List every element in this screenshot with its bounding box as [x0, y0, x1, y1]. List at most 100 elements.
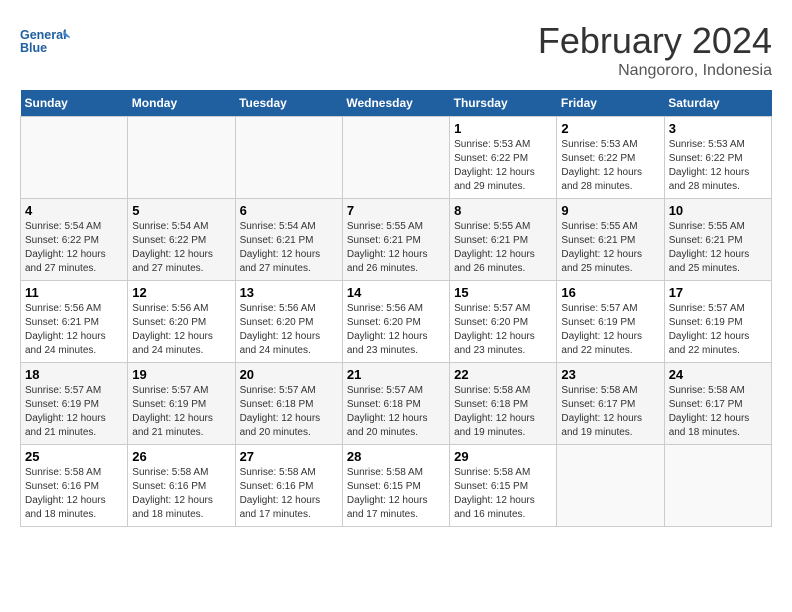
day-number: 21: [347, 367, 445, 382]
day-number: 12: [132, 285, 230, 300]
day-info: Sunrise: 5:54 AM Sunset: 6:22 PM Dayligh…: [132, 220, 230, 276]
weekday-header-wednesday: Wednesday: [342, 90, 449, 117]
calendar-cell: 5Sunrise: 5:54 AM Sunset: 6:22 PM Daylig…: [128, 199, 235, 281]
day-number: 20: [240, 367, 338, 382]
calendar-cell: 27 Sunrise: 5:58 AM Sunset: 6:16 PM Dayli…: [235, 445, 342, 527]
day-number: 11: [25, 285, 123, 300]
calendar-cell: 13 Sunrise: 5:56 AM Sunset: 6:20 PM Dayli…: [235, 281, 342, 363]
day-number: 6: [240, 203, 338, 218]
calendar-cell: 17 Sunrise: 5:57 AM Sunset: 6:19 PM Dayli…: [664, 281, 771, 363]
day-number: 15: [454, 285, 552, 300]
calendar-cell: 7 Sunrise: 5:55 AM Sunset: 6:21 PM Daylig…: [342, 199, 449, 281]
calendar-cell: 3Sunrise: 5:53 AM Sunset: 6:22 PM Daylig…: [664, 117, 771, 199]
day-info: Sunrise: 5:57 AM Sunset: 6:19 PM Dayligh…: [561, 302, 659, 358]
svg-text:Blue: Blue: [20, 41, 47, 55]
day-info: Sunrise: 5:56 AM Sunset: 6:20 PM Dayligh…: [347, 302, 445, 358]
day-info: Sunrise: 5:55 AM Sunset: 6:21 PM Dayligh…: [669, 220, 767, 276]
calendar-cell: 8 Sunrise: 5:55 AM Sunset: 6:21 PM Daylig…: [450, 199, 557, 281]
calendar-table: SundayMondayTuesdayWednesdayThursdayFrid…: [20, 90, 772, 527]
day-number: 2: [561, 121, 659, 136]
calendar-cell: 6 Sunrise: 5:54 AM Sunset: 6:21 PM Daylig…: [235, 199, 342, 281]
day-number: 10: [669, 203, 767, 218]
day-number: 27: [240, 449, 338, 464]
calendar-cell: [21, 117, 128, 199]
calendar-cell: 28 Sunrise: 5:58 AM Sunset: 6:15 PM Dayli…: [342, 445, 449, 527]
weekday-header-thursday: Thursday: [450, 90, 557, 117]
day-info: Sunrise: 5:55 AM Sunset: 6:21 PM Dayligh…: [561, 220, 659, 276]
calendar-cell: 23 Sunrise: 5:58 AM Sunset: 6:17 PM Dayli…: [557, 363, 664, 445]
calendar-cell: 26 Sunrise: 5:58 AM Sunset: 6:16 PM Dayli…: [128, 445, 235, 527]
day-info: Sunrise: 5:58 AM Sunset: 6:18 PM Dayligh…: [454, 384, 552, 440]
day-number: 26: [132, 449, 230, 464]
day-info: Sunrise: 5:57 AM Sunset: 6:19 PM Dayligh…: [132, 384, 230, 440]
calendar-cell: 11Sunrise: 5:56 AM Sunset: 6:21 PM Dayli…: [21, 281, 128, 363]
day-number: 4: [25, 203, 123, 218]
calendar-cell: 22 Sunrise: 5:58 AM Sunset: 6:18 PM Dayli…: [450, 363, 557, 445]
day-info: Sunrise: 5:58 AM Sunset: 6:17 PM Dayligh…: [561, 384, 659, 440]
day-info: Sunrise: 5:54 AM Sunset: 6:21 PM Dayligh…: [240, 220, 338, 276]
calendar-cell: [235, 117, 342, 199]
day-number: 22: [454, 367, 552, 382]
calendar-cell: 29 Sunrise: 5:58 AM Sunset: 6:15 PM Dayli…: [450, 445, 557, 527]
day-info: Sunrise: 5:57 AM Sunset: 6:20 PM Dayligh…: [454, 302, 552, 358]
day-number: 1: [454, 121, 552, 136]
page-header: General Blue February 2024 Nangororo, In…: [20, 20, 772, 80]
calendar-cell: 9 Sunrise: 5:55 AM Sunset: 6:21 PM Daylig…: [557, 199, 664, 281]
day-info: Sunrise: 5:57 AM Sunset: 6:19 PM Dayligh…: [669, 302, 767, 358]
day-info: Sunrise: 5:53 AM Sunset: 6:22 PM Dayligh…: [454, 138, 552, 194]
logo: General Blue: [20, 20, 70, 65]
day-info: Sunrise: 5:53 AM Sunset: 6:22 PM Dayligh…: [561, 138, 659, 194]
weekday-header-tuesday: Tuesday: [235, 90, 342, 117]
day-number: 7: [347, 203, 445, 218]
calendar-cell: 25 Sunrise: 5:58 AM Sunset: 6:16 PM Dayli…: [21, 445, 128, 527]
day-info: Sunrise: 5:55 AM Sunset: 6:21 PM Dayligh…: [454, 220, 552, 276]
day-number: 28: [347, 449, 445, 464]
day-info: Sunrise: 5:54 AM Sunset: 6:22 PM Dayligh…: [25, 220, 123, 276]
day-info: Sunrise: 5:57 AM Sunset: 6:18 PM Dayligh…: [240, 384, 338, 440]
day-number: 19: [132, 367, 230, 382]
day-info: Sunrise: 5:56 AM Sunset: 6:20 PM Dayligh…: [240, 302, 338, 358]
calendar-cell: [664, 445, 771, 527]
day-number: 23: [561, 367, 659, 382]
calendar-cell: 1 Sunrise: 5:53 AM Sunset: 6:22 PM Daylig…: [450, 117, 557, 199]
day-info: Sunrise: 5:58 AM Sunset: 6:15 PM Dayligh…: [347, 466, 445, 522]
day-info: Sunrise: 5:56 AM Sunset: 6:20 PM Dayligh…: [132, 302, 230, 358]
weekday-header-monday: Monday: [128, 90, 235, 117]
day-number: 9: [561, 203, 659, 218]
week-row-2: 4 Sunrise: 5:54 AM Sunset: 6:22 PM Daylig…: [21, 199, 772, 281]
week-row-5: 25 Sunrise: 5:58 AM Sunset: 6:16 PM Dayli…: [21, 445, 772, 527]
calendar-cell: 24Sunrise: 5:58 AM Sunset: 6:17 PM Dayli…: [664, 363, 771, 445]
day-number: 16: [561, 285, 659, 300]
day-number: 18: [25, 367, 123, 382]
calendar-cell: 16 Sunrise: 5:57 AM Sunset: 6:19 PM Dayli…: [557, 281, 664, 363]
week-row-3: 11Sunrise: 5:56 AM Sunset: 6:21 PM Dayli…: [21, 281, 772, 363]
logo-icon: General Blue: [20, 20, 70, 65]
day-info: Sunrise: 5:58 AM Sunset: 6:16 PM Dayligh…: [240, 466, 338, 522]
calendar-cell: 21Sunrise: 5:57 AM Sunset: 6:18 PM Dayli…: [342, 363, 449, 445]
calendar-cell: 10 Sunrise: 5:55 AM Sunset: 6:21 PM Dayli…: [664, 199, 771, 281]
day-info: Sunrise: 5:58 AM Sunset: 6:16 PM Dayligh…: [132, 466, 230, 522]
calendar-cell: 4 Sunrise: 5:54 AM Sunset: 6:22 PM Daylig…: [21, 199, 128, 281]
day-info: Sunrise: 5:57 AM Sunset: 6:19 PM Dayligh…: [25, 384, 123, 440]
day-info: Sunrise: 5:58 AM Sunset: 6:16 PM Dayligh…: [25, 466, 123, 522]
day-number: 14: [347, 285, 445, 300]
day-number: 29: [454, 449, 552, 464]
day-number: 3: [669, 121, 767, 136]
day-info: Sunrise: 5:55 AM Sunset: 6:21 PM Dayligh…: [347, 220, 445, 276]
calendar-cell: 2 Sunrise: 5:53 AM Sunset: 6:22 PM Daylig…: [557, 117, 664, 199]
day-number: 25: [25, 449, 123, 464]
weekday-header-saturday: Saturday: [664, 90, 771, 117]
calendar-cell: [342, 117, 449, 199]
title-section: February 2024 Nangororo, Indonesia: [538, 20, 772, 80]
day-number: 13: [240, 285, 338, 300]
calendar-cell: 19 Sunrise: 5:57 AM Sunset: 6:19 PM Dayli…: [128, 363, 235, 445]
week-row-4: 18 Sunrise: 5:57 AM Sunset: 6:19 PM Dayli…: [21, 363, 772, 445]
day-number: 17: [669, 285, 767, 300]
day-number: 8: [454, 203, 552, 218]
weekday-header-sunday: Sunday: [21, 90, 128, 117]
day-number: 24: [669, 367, 767, 382]
weekday-header-row: SundayMondayTuesdayWednesdayThursdayFrid…: [21, 90, 772, 117]
calendar-cell: 20 Sunrise: 5:57 AM Sunset: 6:18 PM Dayli…: [235, 363, 342, 445]
month-title: February 2024: [538, 20, 772, 62]
day-info: Sunrise: 5:58 AM Sunset: 6:15 PM Dayligh…: [454, 466, 552, 522]
